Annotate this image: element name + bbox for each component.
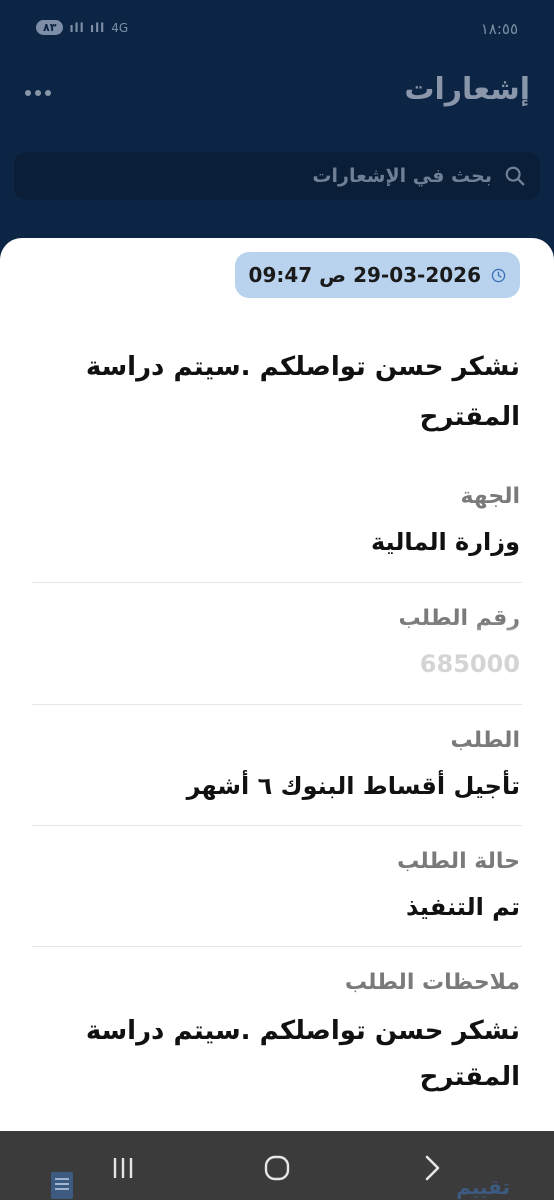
clock-icon xyxy=(491,268,506,282)
rate-tab[interactable]: تقييم xyxy=(456,1175,510,1199)
field-entity: الجهة وزارة المالية xyxy=(32,480,520,562)
field-request: الطلب تأجيل أقساط البنوك ٦ أشهر xyxy=(32,724,520,806)
recent-apps-icon[interactable] xyxy=(108,1153,138,1183)
more-dot xyxy=(35,90,41,96)
divider xyxy=(32,582,522,583)
divider xyxy=(32,704,522,705)
field-label: حالة الطلب xyxy=(397,849,520,874)
field-request-notes: ملاحظات الطلب نشكر حسن تواصلكم .سيتم درا… xyxy=(32,966,520,1100)
field-label: الطلب xyxy=(450,728,520,753)
page-title: إشعارات xyxy=(404,72,530,107)
network-type: 4G xyxy=(111,20,129,35)
search-bar[interactable] xyxy=(14,152,540,200)
field-request-status: حالة الطلب تم التنفيذ xyxy=(32,845,520,927)
search-input[interactable] xyxy=(28,155,494,197)
field-value: تم التنفيذ xyxy=(406,893,520,921)
home-icon[interactable] xyxy=(262,1153,292,1183)
back-icon[interactable] xyxy=(418,1153,448,1183)
divider xyxy=(32,825,522,826)
date-chip: 29-03-2026 ص 09:47 xyxy=(234,252,520,298)
redaction-blur xyxy=(380,633,550,728)
divider xyxy=(32,946,522,947)
notification-message: نشكر حسن تواصلكم .سيتم دراسة المقترح xyxy=(85,352,520,432)
battery-icon: ٨٣ xyxy=(36,20,64,35)
field-label: رقم الطلب xyxy=(398,606,520,631)
document-icon[interactable] xyxy=(50,1171,74,1200)
signal-icon: ıll ıll xyxy=(69,20,106,35)
field-value: وزارة المالية xyxy=(370,528,520,556)
field-label: الجهة xyxy=(460,484,520,509)
field-label: ملاحظات الطلب xyxy=(344,970,520,995)
bottom-navigation: تقييم xyxy=(0,1131,554,1200)
field-value: نشكر حسن تواصلكم .سيتم دراسة المقترح xyxy=(85,1016,520,1092)
app-header: إشعارات xyxy=(0,62,554,138)
status-icons: ٨٣ ıll ıll 4G xyxy=(36,20,128,35)
field-value: تأجيل أقساط البنوك ٦ أشهر xyxy=(186,772,520,800)
notification-datetime: 29-03-2026 ص 09:47 xyxy=(248,263,481,287)
notification-detail-sheet: 29-03-2026 ص 09:47 نشكر حسن تواصلكم .سيت… xyxy=(0,238,554,1138)
more-dots-icon xyxy=(25,90,31,96)
more-options-button[interactable] xyxy=(18,78,58,108)
more-dot xyxy=(45,90,51,96)
status-bar: ٨٣ ıll ıll 4G ١٨:٥٥ xyxy=(0,0,554,62)
search-icon xyxy=(505,166,525,186)
status-time: ١٨:٥٥ xyxy=(480,20,518,38)
